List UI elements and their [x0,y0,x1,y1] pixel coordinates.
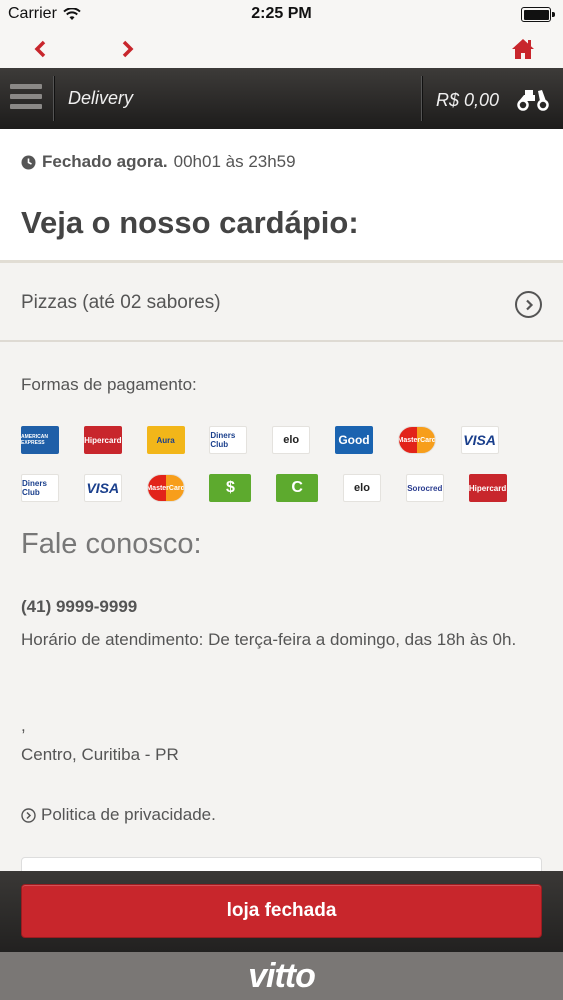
menu-title: Veja o nosso cardápio: [21,205,359,240]
home-button[interactable] [510,36,536,62]
payment-card-logo: Diners Club [209,426,248,454]
address-line-1: , [21,716,26,735]
divider [53,76,54,121]
payment-card-logo: MasterCard [146,474,185,502]
store-status: Fechado agora. 00h01 às 23h59 [21,152,296,172]
hamburger-line [10,104,42,109]
store-closed-button[interactable]: loja fechada [21,884,542,938]
payment-card-logo: AMERICAN EXPRESS [21,426,59,454]
status-time: 2:25 PM [251,5,312,22]
cart-total[interactable]: R$ 0,00 [436,90,499,111]
payment-row: AMERICAN EXPRESS Hipercard Aura Diners Club… [21,426,541,456]
payment-card-logo: Aura [146,426,185,454]
category-item-pizzas[interactable]: Pizzas (até 02 sabores) [0,266,563,342]
status-bar: Carrier 2:25 PM [0,0,563,30]
hamburger-line [10,94,42,99]
payment-card-logo: C [276,474,319,502]
status-label: Fechado agora. [42,152,168,171]
scooter-icon[interactable] [516,87,550,111]
app-header: Delivery R$ 0,00 [0,68,563,129]
store-info-card: Fechado agora. 00h01 às 23h59 Veja o nos… [0,129,563,263]
brand-bar: vitto [0,952,563,1000]
payment-card-logo: Diners Club [21,474,59,502]
payment-card-logo: elo [272,426,311,454]
hamburger-icon [10,84,42,89]
menu-button[interactable] [10,84,42,114]
contact-hours: Horário de atendimento: De terça-feira a… [21,630,517,649]
privacy-link[interactable]: Politica de privacidade. [21,805,216,825]
address-line-2: Centro, Curitiba - PR [21,745,179,764]
category-label: Pizzas (até 02 sabores) [21,292,221,313]
forward-button[interactable] [115,36,141,62]
brand-logo: vitto [248,956,316,995]
payment-card-logo: elo [342,474,381,502]
payment-card-logo: VISA [83,474,122,502]
payment-methods: AMERICAN EXPRESS Hipercard Aura Diners Club… [21,426,541,522]
browser-nav-bar [0,30,563,68]
back-button[interactable] [27,36,53,62]
contact-phone[interactable]: (41) 9999-9999 [21,597,137,617]
contact-title: Fale conosco: [21,528,202,560]
payment-card-logo: $ [209,474,252,502]
payment-card-logo: Good [334,426,373,454]
privacy-link-label: Politica de privacidade. [41,805,216,824]
battery-icon [521,7,555,22]
chevron-circle-right-icon [515,291,542,318]
payment-label: Formas de pagamento: [21,375,197,394]
payment-card-logo: Sorocred [405,474,444,502]
payment-card-logo: Hipercard [83,426,122,454]
footer-bar: loja fechada [0,871,563,952]
chevron-left-icon [34,40,46,58]
divider [421,76,422,121]
chevron-right-icon [122,40,134,58]
home-icon [512,39,534,59]
status-hours: 00h01 às 23h59 [173,152,296,171]
clock-icon [21,155,36,169]
payment-card-logo: VISA [460,426,499,454]
chevron-circle-right-icon [21,807,36,823]
payment-row: Diners Club VISA MasterCard $ Celo Sorocred Hi… [21,474,541,504]
header-title: Delivery [68,88,134,108]
payment-card-logo: MasterCard [397,426,436,454]
payment-card-logo: Hipercard [468,474,507,502]
